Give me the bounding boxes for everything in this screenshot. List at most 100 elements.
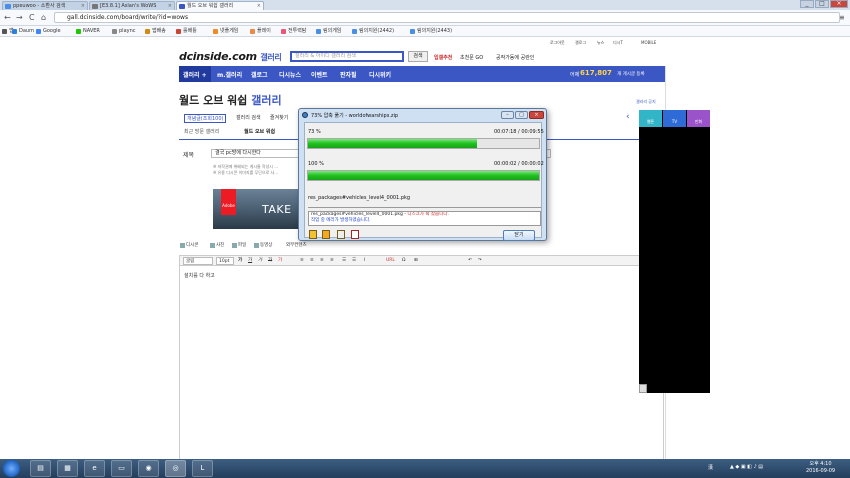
tab-gallery-search[interactable]: 갤러리 검색: [236, 114, 261, 121]
font-family-select[interactable]: 굴림: [183, 257, 213, 265]
undo-button[interactable]: ↶: [468, 257, 472, 265]
align-right-button[interactable]: ≡: [320, 257, 324, 265]
strike-button[interactable]: 가: [268, 257, 272, 265]
gallog-link[interactable]: 갤로그: [575, 40, 586, 46]
webtoon-button[interactable]: 웹툰: [639, 110, 662, 127]
copy-files-icon[interactable]: [337, 230, 345, 239]
table-button[interactable]: ⊞: [414, 257, 418, 265]
bookmark-item[interactable]: Daum: [12, 28, 34, 35]
bookmark-item[interactable]: 전투력탐: [281, 28, 306, 35]
search-input[interactable]: 갤러리 & 아이디 갤러리 검색: [290, 51, 404, 62]
tray-icons[interactable]: ▲ ◆ ▣ ◧ ♪ ▤: [730, 464, 763, 470]
url-input[interactable]: gall.dcinside.com/board/write/?id=wows: [54, 12, 840, 23]
align-left-button[interactable]: ≡: [300, 257, 304, 265]
bold-button[interactable]: 가: [238, 257, 242, 265]
dialog-maximize-button[interactable]: □: [515, 111, 528, 119]
folder-app-icon[interactable]: ▭: [111, 460, 132, 477]
indent-button[interactable]: I: [364, 257, 365, 265]
log-box[interactable]: res_packages#vehicles_level4_0001.pkg - …: [308, 211, 541, 226]
underline-button[interactable]: 가: [248, 257, 252, 265]
gnb-item-gallery[interactable]: 갤러리 +: [183, 70, 207, 79]
align-justify-button[interactable]: ≡: [330, 257, 334, 265]
start-button-icon[interactable]: [3, 460, 20, 477]
unordered-list-button[interactable]: ☰: [352, 257, 356, 265]
forward-icon[interactable]: →: [16, 13, 23, 22]
system-clock[interactable]: 오후 4:10 2016-09-09: [806, 461, 835, 475]
special-char-button[interactable]: Ω: [402, 257, 405, 265]
dcit-link[interactable]: 디시T: [613, 40, 623, 46]
tab-0[interactable]: ppeuwoo - 소환사 검색 ×: [2, 1, 88, 10]
dialog-minimize-button[interactable]: –: [501, 111, 514, 119]
dialog-close-button[interactable]: ×: [529, 111, 544, 119]
chrome-app-icon[interactable]: ◎: [165, 460, 186, 477]
recent-gallery-item[interactable]: 월드 오브 워쉽: [244, 128, 275, 135]
bookmark-item[interactable]: 림의지원(2442): [352, 28, 394, 35]
delete-archive-icon[interactable]: [351, 230, 359, 239]
folder-icon[interactable]: [322, 230, 330, 239]
window-minimize-button[interactable]: _: [800, 0, 814, 8]
tab-favorites[interactable]: 즐겨찾기: [270, 114, 288, 121]
page-title: 월드 오브 워쉽 갤러리: [179, 94, 282, 107]
font-color-button[interactable]: 가: [278, 257, 282, 265]
media-app-icon[interactable]: ◉: [138, 460, 159, 477]
bookmark-item[interactable]: 앱배송: [145, 28, 166, 35]
url-button[interactable]: URL: [386, 257, 395, 265]
attach-external-button[interactable]: 외부컨텐츠: [280, 242, 307, 248]
ordered-list-button[interactable]: ☰: [342, 257, 346, 265]
logout-link[interactable]: 로그아웃: [550, 40, 565, 46]
chevron-left-icon[interactable]: ‹: [626, 112, 630, 122]
attach-file-button[interactable]: 파일: [232, 242, 246, 248]
mobile-link[interactable]: MOBILE: [641, 40, 656, 45]
tab-concept-posts[interactable]: 개념글(조회100): [184, 114, 227, 123]
font-size-select[interactable]: 10pt: [216, 257, 234, 265]
tab-close-icon[interactable]: ×: [257, 2, 261, 10]
open-folder-icon[interactable]: [309, 230, 317, 239]
league-app-icon[interactable]: L: [192, 460, 213, 477]
notice-link[interactable]: 공작가동에 공란인: [496, 54, 534, 61]
news-link[interactable]: 뉴스: [597, 40, 604, 46]
window-close-button[interactable]: ×: [830, 0, 848, 8]
bookmark-item[interactable]: plaync: [112, 28, 136, 35]
bookmark-item[interactable]: 림의게임: [316, 28, 341, 35]
dialog-ok-close-button[interactable]: 닫기: [503, 230, 535, 241]
tv-button[interactable]: TV: [663, 110, 686, 127]
bookmark-item[interactable]: 롤배틀: [176, 28, 197, 35]
bookmark-item[interactable]: NAVER: [76, 28, 100, 35]
reload-icon[interactable]: C: [29, 13, 35, 22]
align-center-button[interactable]: ≡: [310, 257, 314, 265]
tab-close-icon[interactable]: ×: [81, 2, 85, 10]
gnb-item-wiki[interactable]: 디시위키: [369, 70, 391, 79]
attach-dccon-button[interactable]: 디시콘: [180, 242, 198, 248]
go-link[interactable]: 초천문 GO: [460, 54, 483, 61]
recent-galleries-label: 최근 방문 갤러리: [184, 129, 220, 135]
side-panel-scroll-handle[interactable]: [639, 384, 647, 393]
bookmark-item[interactable]: 림의지원(2443): [410, 28, 452, 35]
attach-photo-button[interactable]: 사진: [210, 242, 224, 248]
bookmark-item[interactable]: Google: [36, 28, 61, 35]
comic-button[interactable]: 만화: [687, 110, 710, 127]
recommend-link[interactable]: 입갤추천: [434, 54, 452, 61]
search-button[interactable]: 검색: [408, 51, 428, 62]
italic-button[interactable]: 가: [258, 257, 262, 265]
gnb-item-gallog[interactable]: 갤로그: [251, 70, 268, 79]
window-maximize-button[interactable]: □: [815, 0, 829, 8]
gnb-item-event[interactable]: 이벤트: [311, 70, 328, 79]
ime-indicator[interactable]: 漢: [708, 464, 713, 471]
tab-2[interactable]: 월드 오브 워쉽 갤러리 ×: [176, 1, 264, 10]
home-icon[interactable]: ⌂: [41, 13, 46, 22]
post-editor[interactable]: 설치를 다 하고: [179, 266, 664, 460]
bookmark-item[interactable]: 플레이: [250, 28, 271, 35]
attach-video-button[interactable]: 동영상: [254, 242, 272, 248]
tab-1[interactable]: [E3.8.1] Aslan's WoWS ×: [89, 1, 175, 10]
redo-button[interactable]: ↷: [478, 257, 482, 265]
gnb-item-mgallery[interactable]: m.갤러리: [217, 70, 242, 79]
tab-close-icon[interactable]: ×: [168, 2, 172, 10]
explorer-app-icon[interactable]: ▤: [30, 460, 51, 477]
site-logo[interactable]: dcinside.com 갤러리: [179, 50, 282, 63]
back-icon[interactable]: ←: [4, 13, 11, 22]
gnb-item-news[interactable]: 디시뉴스: [279, 70, 301, 79]
gnb-item-panjapil[interactable]: 판자필: [340, 70, 357, 79]
ie-app-icon[interactable]: e: [84, 460, 105, 477]
calculator-app-icon[interactable]: ▦: [57, 460, 78, 477]
bookmark-item[interactable]: 넷플게임: [213, 28, 238, 35]
